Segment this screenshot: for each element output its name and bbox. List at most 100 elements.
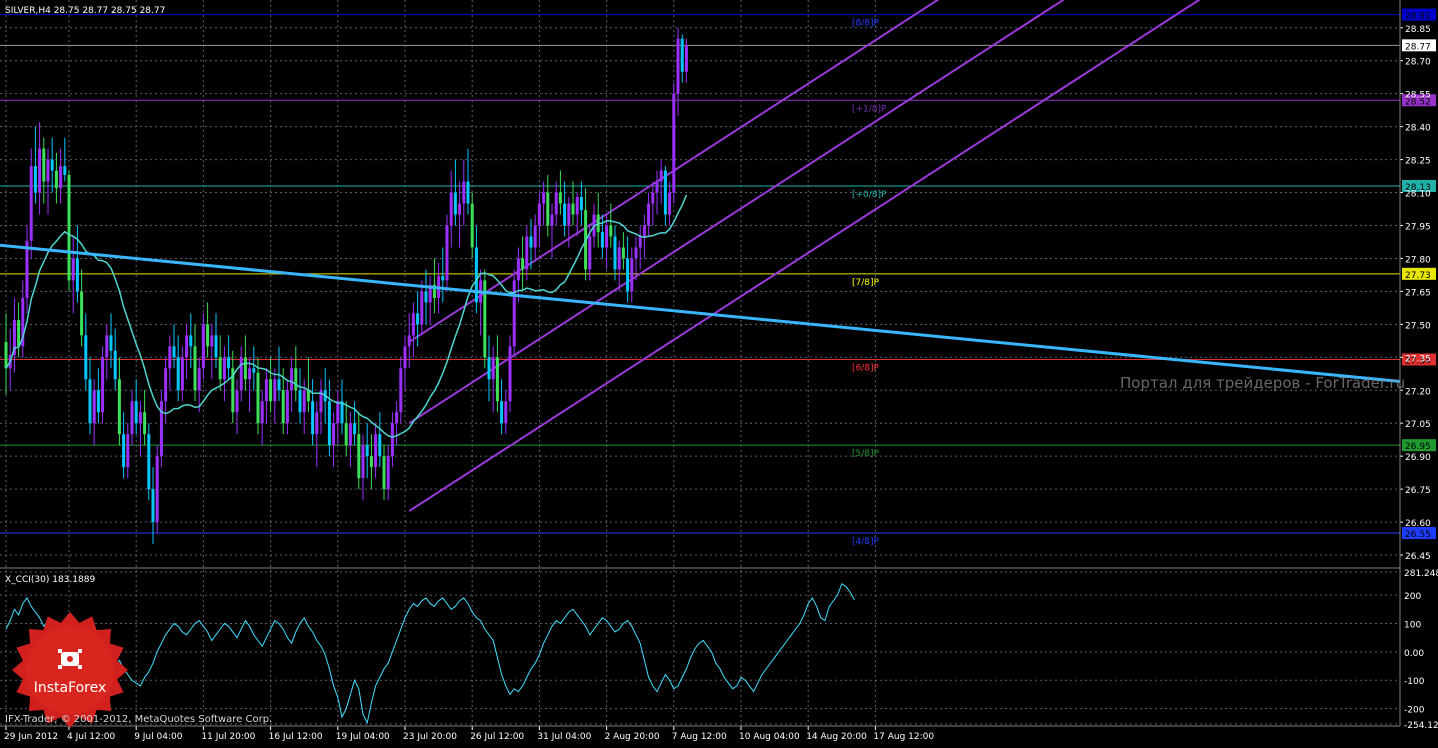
candle-body[interactable] (273, 379, 277, 402)
candle-body[interactable] (516, 258, 520, 281)
candle-body[interactable] (193, 346, 197, 391)
candle-body[interactable] (344, 423, 348, 446)
candle-body[interactable] (210, 335, 214, 347)
candle-body[interactable] (109, 335, 113, 351)
candle-body[interactable] (605, 225, 609, 248)
candle-body[interactable] (466, 181, 470, 204)
candle-body[interactable] (38, 148, 42, 193)
candle-body[interactable] (508, 346, 512, 402)
candle-body[interactable] (453, 192, 457, 215)
candle-body[interactable] (63, 166, 67, 175)
candle-body[interactable] (269, 379, 273, 402)
candle-body[interactable] (672, 93, 676, 193)
candle-body[interactable] (277, 379, 281, 391)
candle-body[interactable] (164, 368, 168, 402)
candle-body[interactable] (42, 148, 46, 182)
candle-body[interactable] (369, 456, 373, 468)
candle-body[interactable] (378, 434, 382, 457)
candle-body[interactable] (130, 401, 134, 435)
candle-body[interactable] (663, 170, 667, 215)
candle-body[interactable] (227, 357, 231, 369)
candle-body[interactable] (201, 324, 205, 369)
candle-body[interactable] (495, 357, 499, 402)
candle-body[interactable] (416, 313, 420, 325)
candle-body[interactable] (151, 489, 155, 523)
candle-body[interactable] (54, 170, 58, 189)
candle-body[interactable] (533, 225, 537, 248)
candle-body[interactable] (424, 291, 428, 303)
candle-body[interactable] (336, 401, 340, 424)
candle-body[interactable] (487, 357, 491, 380)
candle-body[interactable] (529, 236, 533, 248)
candle-body[interactable] (491, 357, 495, 380)
candle-body[interactable] (4, 341, 8, 369)
candle-body[interactable] (668, 192, 672, 215)
candle-body[interactable] (46, 159, 50, 182)
candle-body[interactable] (80, 291, 84, 336)
candle-body[interactable] (189, 335, 193, 347)
candle-body[interactable] (563, 203, 567, 226)
candle-body[interactable] (542, 192, 546, 204)
candle-body[interactable] (281, 390, 285, 424)
candle-body[interactable] (298, 390, 302, 413)
candle-body[interactable] (403, 346, 407, 369)
candle-body[interactable] (390, 423, 394, 457)
candle-body[interactable] (579, 196, 583, 211)
candle-body[interactable] (558, 192, 562, 204)
candle-body[interactable] (357, 434, 361, 479)
candle-body[interactable] (546, 192, 550, 226)
candle-body[interactable] (126, 434, 130, 468)
candle-body[interactable] (122, 434, 126, 468)
candle-body[interactable] (327, 401, 331, 446)
candle-body[interactable] (176, 357, 180, 391)
candle-body[interactable] (571, 203, 575, 215)
candle-body[interactable] (180, 357, 184, 391)
candle-body[interactable] (134, 401, 138, 424)
candle-body[interactable] (84, 335, 88, 380)
candle-body[interactable] (71, 258, 75, 281)
candle-body[interactable] (638, 236, 642, 248)
candle-body[interactable] (361, 445, 365, 479)
candle-body[interactable] (399, 368, 403, 413)
candle-body[interactable] (185, 335, 189, 358)
candle-body[interactable] (365, 445, 369, 457)
candle-body[interactable] (613, 236, 617, 270)
candle-body[interactable] (407, 335, 411, 347)
candle-body[interactable] (462, 181, 466, 204)
candle-body[interactable] (655, 181, 659, 193)
candle-body[interactable] (113, 350, 117, 380)
candle-body[interactable] (680, 38, 684, 72)
candle-body[interactable] (101, 357, 105, 413)
candle-body[interactable] (634, 247, 638, 259)
candle-body[interactable] (252, 368, 256, 373)
candle-body[interactable] (67, 174, 71, 281)
candle-body[interactable] (550, 214, 554, 226)
candle-body[interactable] (554, 192, 558, 215)
candle-body[interactable] (617, 247, 621, 270)
candle-body[interactable] (214, 335, 218, 358)
candle-body[interactable] (470, 203, 474, 248)
candle-body[interactable] (105, 335, 109, 358)
candle-body[interactable] (651, 192, 655, 204)
candle-body[interactable] (474, 247, 478, 303)
candle-body[interactable] (117, 379, 121, 435)
candle-body[interactable] (147, 434, 151, 490)
candle-body[interactable] (92, 390, 96, 424)
candle-body[interactable] (33, 166, 37, 193)
candle-body[interactable] (500, 401, 504, 424)
candle-body[interactable] (197, 368, 201, 391)
candle-body[interactable] (411, 313, 415, 336)
candle-body[interactable] (395, 412, 399, 424)
candle-body[interactable] (445, 225, 449, 281)
candle-body[interactable] (621, 247, 625, 259)
candle-body[interactable] (75, 258, 79, 292)
candle-body[interactable] (575, 196, 579, 215)
candle-body[interactable] (168, 346, 172, 369)
candle-body[interactable] (235, 390, 239, 413)
candle-body[interactable] (155, 456, 159, 523)
candle-body[interactable] (332, 423, 336, 446)
candle-body[interactable] (260, 401, 264, 424)
candle-body[interactable] (138, 412, 142, 424)
candle-body[interactable] (218, 357, 222, 380)
candle-body[interactable] (143, 412, 147, 435)
